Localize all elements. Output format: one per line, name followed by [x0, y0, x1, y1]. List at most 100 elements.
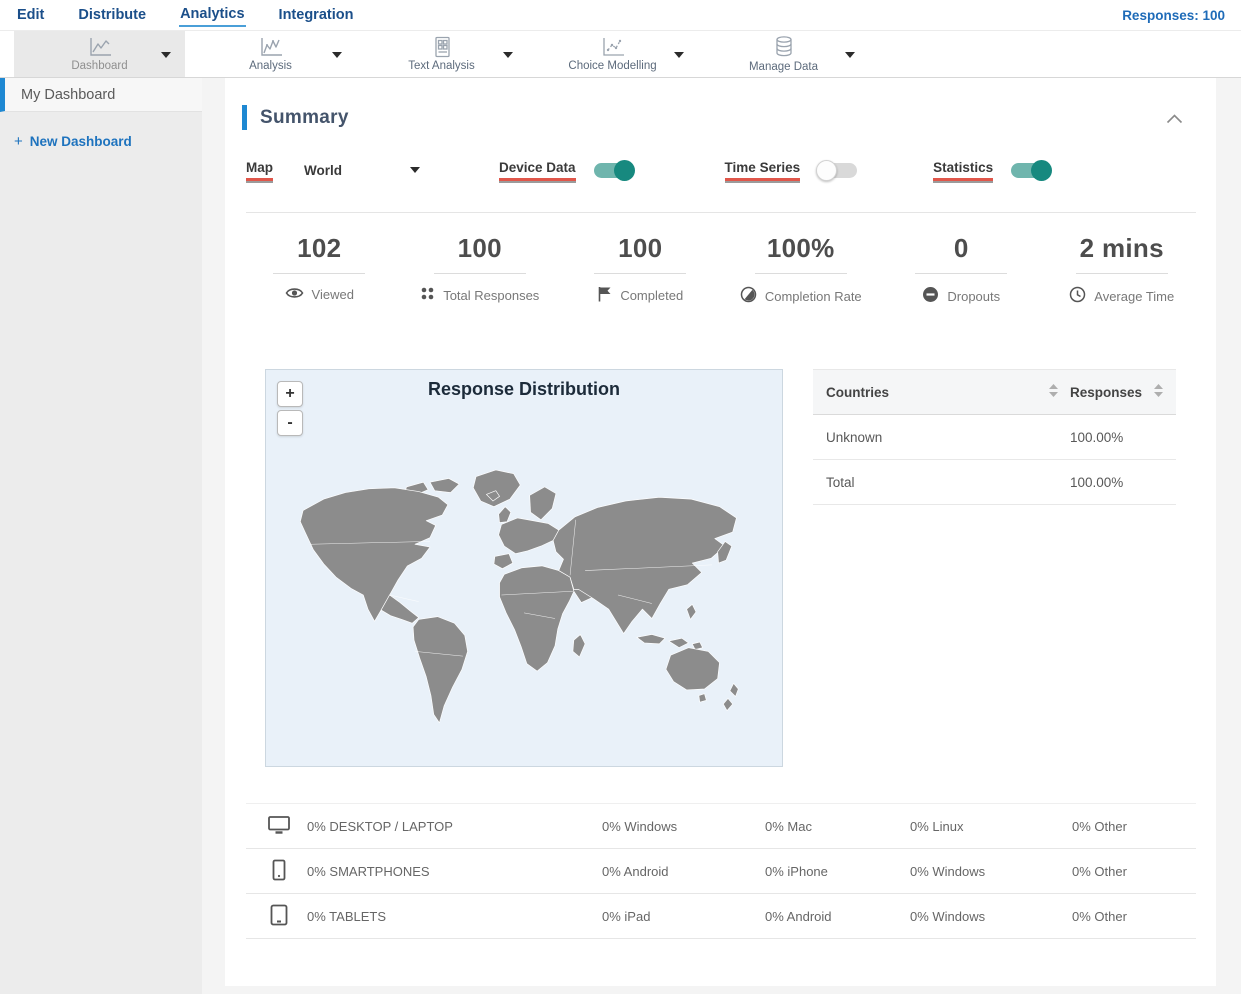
countries-table-header: Countries Responses: [813, 369, 1176, 415]
table-row: 0% TABLETS 0% iPad 0% Android 0% Windows…: [246, 894, 1196, 939]
device-cell: 0% SMARTPHONES: [307, 863, 430, 879]
analytics-toolbar: Dashboard Analysis Text Analysis Choice …: [0, 30, 1241, 78]
chevron-down-icon[interactable]: [161, 52, 171, 58]
device-cell: 0% Linux: [910, 818, 964, 834]
stat-label: Viewed: [311, 287, 354, 302]
nav-item-distribute[interactable]: Distribute: [77, 5, 147, 26]
toolbar-item-text-analysis[interactable]: Text Analysis: [356, 31, 527, 77]
tablet-icon: [267, 904, 291, 929]
sidebar-item-label: My Dashboard: [21, 86, 116, 103]
device-cell: 0% Other: [1072, 908, 1127, 924]
device-cell: 0% Windows: [910, 863, 986, 879]
time-series-label: Time Series: [725, 160, 801, 181]
clock-icon: [1069, 286, 1086, 306]
line-chart-icon: [87, 36, 113, 58]
toggle-knob: [1031, 159, 1053, 181]
stat-value: 100: [618, 233, 663, 263]
chevron-down-icon[interactable]: [332, 52, 342, 58]
top-navigation: Edit Distribute Analytics Integration Re…: [0, 0, 1241, 30]
responses-count-badge[interactable]: Responses: 100: [1122, 8, 1225, 23]
half-circle-icon: [740, 286, 757, 306]
device-breakdown-table: 0% DESKTOP / LAPTOP 0% Windows 0% Mac 0%…: [246, 803, 1196, 939]
time-series-toggle[interactable]: [816, 159, 858, 181]
section-title: Summary: [260, 106, 349, 128]
nav-item-analytics[interactable]: Analytics: [179, 4, 246, 27]
world-map[interactable]: [270, 454, 778, 736]
table-row: 0% DESKTOP / LAPTOP 0% Windows 0% Mac 0%…: [246, 804, 1196, 849]
device-cell: 0% TABLETS: [307, 908, 386, 924]
table-row: Unknown 100.00%: [813, 415, 1176, 460]
device-cell: 0% iPad: [602, 908, 651, 924]
chevron-down-icon[interactable]: [845, 52, 855, 58]
map-control-label: Map: [246, 160, 273, 181]
stat-label: Completion Rate: [764, 288, 862, 304]
stat-average-time: 2 mins Average Time: [1042, 233, 1203, 306]
analysis-chart-icon: [258, 36, 284, 58]
map-zoom-controls: + -: [277, 381, 303, 439]
stat-total-responses: 100 Total Responses: [400, 233, 561, 306]
stat-viewed: 102 Viewed: [239, 233, 400, 306]
countries-header-label: Countries: [826, 384, 890, 400]
collapse-section-button[interactable]: [1166, 111, 1183, 129]
nav-item-integration[interactable]: Integration: [278, 5, 355, 26]
smartphone-icon: [267, 859, 291, 884]
divider: [246, 212, 1196, 213]
sort-icon[interactable]: [1049, 384, 1058, 400]
document-grid-icon: [429, 36, 455, 58]
stats-row: 102 Viewed 100 Total Responses 100 Compl…: [239, 233, 1202, 306]
summary-header: Summary: [242, 105, 349, 130]
device-data-toggle[interactable]: [593, 159, 635, 181]
dashboard-sidebar: My Dashboard + New Dashboard: [0, 78, 202, 994]
device-cell: 0% DESKTOP / LAPTOP: [307, 818, 453, 834]
zoom-in-button[interactable]: +: [277, 381, 303, 407]
toggle-knob: [613, 159, 635, 181]
toolbar-item-choice-modelling[interactable]: Choice Modelling: [527, 31, 698, 77]
countries-table: Countries Responses Unknown 100.00% Tota…: [813, 369, 1176, 505]
toolbar-item-dashboard[interactable]: Dashboard: [14, 31, 185, 77]
statistics-toggle[interactable]: [1011, 159, 1053, 181]
minus-circle-icon: [922, 286, 939, 306]
stat-label: Average Time: [1094, 288, 1175, 304]
stat-label: Completed: [620, 288, 684, 303]
response-distribution-map[interactable]: Response Distribution + -: [265, 369, 783, 767]
toolbar-item-label: Choice Modelling: [568, 60, 657, 72]
toolbar-item-manage-data[interactable]: Manage Data: [698, 31, 869, 77]
scatter-chart-icon: [600, 36, 626, 58]
flag-icon: [597, 286, 612, 305]
divider: [915, 273, 1008, 274]
summary-panel: Summary Map World Device Data Time Serie…: [225, 78, 1216, 986]
country-cell: Unknown: [826, 429, 883, 445]
sidebar-item-my-dashboard[interactable]: My Dashboard: [0, 78, 202, 112]
device-cell: 0% Windows: [602, 818, 678, 834]
map-region-value: World: [304, 162, 342, 178]
toggle-knob: [816, 159, 838, 181]
chevron-down-icon[interactable]: [674, 52, 684, 58]
map-region-select[interactable]: World: [304, 163, 420, 178]
section-accent-bar: [242, 105, 247, 130]
chevron-down-icon: [410, 167, 420, 173]
zoom-out-button[interactable]: -: [277, 410, 303, 436]
device-data-label: Device Data: [499, 160, 576, 181]
divider: [433, 273, 526, 274]
map-title: Response Distribution: [427, 379, 620, 399]
divider: [754, 273, 847, 274]
stat-completed: 100 Completed: [560, 233, 721, 306]
new-dashboard-label: New Dashboard: [29, 134, 132, 149]
countries-column-header[interactable]: Countries: [826, 384, 1070, 400]
chevron-down-icon[interactable]: [503, 52, 513, 58]
toolbar-item-analysis[interactable]: Analysis: [185, 31, 356, 77]
nav-item-edit[interactable]: Edit: [16, 5, 45, 26]
divider: [1075, 273, 1168, 274]
database-icon: [772, 35, 796, 59]
country-cell: Total: [826, 474, 855, 490]
device-cell: 0% Android: [765, 908, 832, 924]
sort-icon[interactable]: [1154, 384, 1163, 400]
statistics-label: Statistics: [933, 160, 993, 181]
stat-label: Dropouts: [947, 288, 1001, 304]
device-cell: 0% Other: [1072, 818, 1127, 834]
responses-column-header[interactable]: Responses: [1070, 384, 1163, 400]
device-cell: 0% Android: [602, 863, 669, 879]
new-dashboard-button[interactable]: + New Dashboard: [14, 133, 202, 150]
device-cell: 0% Windows: [910, 908, 986, 924]
divider: [594, 273, 687, 274]
